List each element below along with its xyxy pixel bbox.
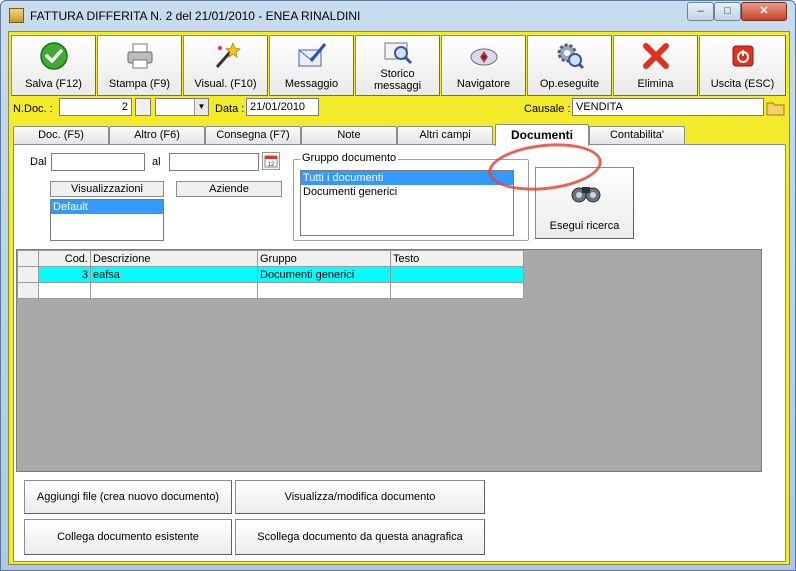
tab-doc[interactable]: Doc. (F5) [13, 126, 109, 144]
gruppo-documento-group: Gruppo documento Tutti i documenti Docum… [293, 152, 529, 241]
cell-descrizione[interactable] [90, 282, 258, 299]
title-bar[interactable]: FATTURA DIFFERITA N. 2 del 21/01/2010 - … [1, 1, 795, 31]
app-icon [9, 8, 24, 23]
gear-search-icon [555, 41, 585, 71]
minimize-button[interactable]: – [687, 2, 714, 21]
message-history-button-label: Storico messaggi [373, 68, 422, 92]
cell-gruppo[interactable] [257, 282, 391, 299]
visual-button-label: Visual. (F10) [194, 78, 257, 90]
svg-text:12: 12 [268, 162, 275, 168]
ndoc-field[interactable]: 2 [59, 98, 132, 116]
tab-altro[interactable]: Altro (F6) [109, 126, 205, 144]
tab-strip: Doc. (F5) Altro (F6) Consegna (F7) Note … [9, 124, 791, 146]
folder-icon[interactable] [766, 99, 785, 116]
binoculars-icon [571, 182, 601, 204]
column-header-testo[interactable]: Testo [390, 250, 524, 267]
visualizzazioni-list[interactable]: Default [50, 199, 164, 241]
toolbar: Salva (F12) Stampa (F9) Visual. (F10) Me… [11, 35, 787, 96]
visual-button[interactable]: Visual. (F10) [183, 35, 268, 96]
row-indicator[interactable] [17, 266, 39, 283]
magic-wand-icon [211, 41, 241, 71]
message-history-button[interactable]: Storico messaggi [355, 35, 440, 96]
message-button-label: Messaggio [284, 78, 339, 90]
cell-gruppo[interactable]: Documenti generici [257, 266, 391, 283]
list-item[interactable]: Tutti i documenti [301, 171, 513, 185]
documents-table: Cod. Descrizione Gruppo Testo 3 eafsa Do… [17, 250, 524, 299]
navigator-button[interactable]: Navigatore [441, 35, 526, 96]
delete-x-icon [641, 41, 671, 71]
save-button[interactable]: Salva (F12) [11, 35, 96, 96]
message-history-icon [383, 38, 413, 68]
gruppo-documento-list[interactable]: Tutti i documenti Documenti generici [300, 170, 514, 236]
check-icon [39, 41, 69, 71]
column-header-descrizione[interactable]: Descrizione [90, 250, 258, 267]
maximize-button[interactable]: □ [714, 2, 741, 21]
delete-button[interactable]: Elimina [613, 35, 698, 96]
al-label: al [152, 156, 161, 168]
date-from-field[interactable] [51, 153, 145, 171]
documents-grid[interactable]: Cod. Descrizione Gruppo Testo 3 eafsa Do… [16, 249, 762, 472]
operations-log-button[interactable]: Op.eseguite [527, 35, 612, 96]
compass-icon [469, 41, 499, 71]
tab-documenti[interactable]: Documenti [495, 124, 589, 146]
search-button-label: Esegui ricerca [549, 220, 620, 232]
column-header-gruppo[interactable]: Gruppo [257, 250, 391, 267]
chevron-down-icon[interactable]: ▼ [194, 99, 208, 115]
tab-note[interactable]: Note [301, 126, 397, 144]
print-button[interactable]: Stampa (F9) [97, 35, 182, 96]
table-row-new[interactable] [17, 282, 524, 299]
grid-header-row: Cod. Descrizione Gruppo Testo [17, 250, 524, 267]
message-button[interactable]: Messaggio [269, 35, 354, 96]
cell-cod[interactable] [38, 282, 91, 299]
print-button-label: Stampa (F9) [108, 78, 171, 90]
add-file-button[interactable]: Aggiungi file (crea nuovo documento) [24, 480, 232, 514]
tab-consegna[interactable]: Consegna (F7) [205, 126, 301, 144]
tab-contabilita[interactable]: Contabilita' [589, 126, 685, 144]
application-window: FATTURA DIFFERITA N. 2 del 21/01/2010 - … [0, 0, 796, 571]
visualizzazioni-header: Visualizzazioni [50, 181, 164, 197]
tab-altri-campi[interactable]: Altri campi [397, 126, 493, 144]
grid-corner-cell [17, 250, 39, 267]
date-field[interactable]: 21/01/2010 [246, 98, 319, 116]
ndoc-suffix-field[interactable] [135, 98, 151, 116]
save-button-label: Salva (F12) [25, 78, 82, 90]
gruppo-documento-title: Gruppo documento [300, 152, 399, 164]
unlink-document-button[interactable]: Scollega documento da questa anagrafica [235, 519, 485, 555]
calendar-icon[interactable]: 12 [262, 152, 280, 170]
ndoc-label: N.Doc. : [13, 103, 53, 115]
cell-cod[interactable]: 3 [38, 266, 91, 283]
link-existing-document-button[interactable]: Collega documento esistente [24, 519, 232, 555]
causale-field[interactable]: VENDITA [572, 98, 764, 116]
date-to-field[interactable] [169, 153, 259, 171]
operations-log-button-label: Op.eseguite [539, 78, 600, 90]
list-item[interactable]: Documenti generici [301, 185, 513, 199]
printer-icon [125, 41, 155, 71]
cell-testo[interactable] [390, 266, 524, 283]
view-edit-document-button[interactable]: Visualizza/modifica documento [235, 480, 485, 514]
row-indicator[interactable] [17, 282, 39, 299]
exit-button-label: Uscita (ESC) [710, 78, 775, 90]
cell-descrizione[interactable]: eafsa [90, 266, 258, 283]
window-title: FATTURA DIFFERITA N. 2 del 21/01/2010 - … [30, 9, 361, 23]
search-button[interactable]: Esegui ricerca [535, 167, 634, 239]
main-form: Salva (F12) Stampa (F9) Visual. (F10) Me… [8, 31, 790, 565]
series-dropdown[interactable]: ▼ [155, 98, 209, 116]
documents-panel: Dal al 12 Visualizzazioni Aziende Defaul… [13, 144, 786, 562]
table-row[interactable]: 3 eafsa Documenti generici [17, 266, 524, 283]
delete-button-label: Elimina [637, 78, 674, 90]
navigator-button-label: Navigatore [456, 78, 511, 90]
dal-label: Dal [30, 156, 47, 168]
document-header-row: N.Doc. : 2 ▼ Data : 21/01/2010 Causale :… [9, 98, 791, 120]
cell-testo[interactable] [390, 282, 524, 299]
causale-label: Causale : [524, 103, 571, 115]
close-window-button[interactable]: ✕ [741, 2, 787, 21]
exit-button[interactable]: Uscita (ESC) [699, 35, 786, 96]
aziende-header: Aziende [176, 181, 282, 197]
column-header-cod[interactable]: Cod. [38, 250, 91, 267]
data-label: Data : [215, 103, 245, 115]
list-item[interactable]: Default [51, 200, 163, 214]
power-icon [728, 41, 758, 71]
envelope-pen-icon [297, 41, 327, 71]
